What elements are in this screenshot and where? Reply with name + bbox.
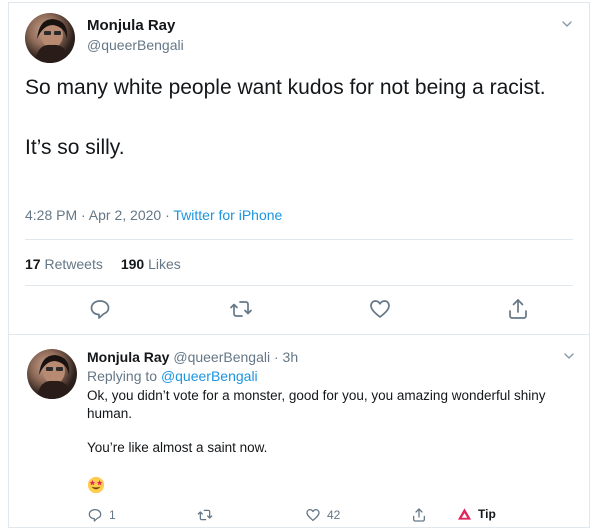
reply-action[interactable]: 1 <box>87 507 116 523</box>
share-icon[interactable] <box>506 297 530 321</box>
share-icon <box>413 508 425 522</box>
reply-text: Ok, you didn’t vote for a monster, good … <box>87 387 567 457</box>
reply-timestamp[interactable]: · 3h <box>270 349 298 365</box>
tweet-text: So many white people want kudos for not … <box>25 73 565 163</box>
tip-label: Tip <box>478 507 496 521</box>
chevron-down-icon[interactable] <box>560 17 574 31</box>
tip-button[interactable]: Tip <box>457 507 496 521</box>
avatar[interactable] <box>25 13 75 63</box>
replying-to-handle[interactable]: @queerBengali <box>161 368 258 384</box>
tweet-actions <box>9 297 589 321</box>
replying-to: Replying to @queerBengali <box>87 368 258 384</box>
author-handle[interactable]: @queerBengali <box>87 37 184 53</box>
reply-header: Monjula Ray @queerBengali · 3h <box>87 349 298 365</box>
tip-icon <box>457 508 472 520</box>
like-icon[interactable] <box>368 297 392 321</box>
author-handle[interactable]: @queerBengali <box>173 349 270 365</box>
main-tweet[interactable]: Monjula Ray @queerBengali So many white … <box>9 3 589 334</box>
retweet-icon[interactable] <box>229 297 253 321</box>
divider <box>25 239 573 240</box>
reply-paragraph: Ok, you didn’t vote for a monster, good … <box>87 388 546 421</box>
tweet-meta: 4:28 PM · Apr 2, 2020 · Twitter for iPho… <box>25 207 282 223</box>
like-action[interactable]: 42 <box>305 507 340 523</box>
reply-icon <box>88 509 102 522</box>
reply-count: 1 <box>109 508 116 522</box>
tweet-thread: Monjula Ray @queerBengali So many white … <box>8 2 590 528</box>
reply-icon[interactable] <box>88 297 112 321</box>
author-name[interactable]: Monjula Ray <box>87 349 169 365</box>
retweets-count: 17 <box>25 256 41 272</box>
retweet-icon <box>197 509 213 521</box>
author-name[interactable]: Monjula Ray <box>87 17 175 34</box>
reply-tweet[interactable]: Monjula Ray @queerBengali · 3h Replying … <box>9 335 589 527</box>
retweets-stat[interactable]: 17 Retweets <box>25 256 103 272</box>
reply-actions: 1 42 Tip <box>9 507 589 527</box>
tweet-paragraph: So many white people want kudos for not … <box>25 76 546 99</box>
likes-stat[interactable]: 190 Likes <box>121 256 181 272</box>
star-struck-emoji <box>87 476 105 494</box>
like-count: 42 <box>327 508 341 522</box>
chevron-down-icon[interactable] <box>562 349 576 363</box>
share-action[interactable] <box>411 507 427 523</box>
avatar[interactable] <box>27 349 77 399</box>
retweets-label: Retweets <box>44 256 103 272</box>
tweet-source-link[interactable]: Twitter for iPhone <box>173 207 282 223</box>
likes-count: 190 <box>120 256 145 272</box>
tweet-timestamp[interactable]: 4:28 PM · Apr 2, 2020 · <box>25 207 173 223</box>
replying-label: Replying to <box>87 368 161 384</box>
divider <box>25 285 573 286</box>
likes-label: Likes <box>148 256 181 272</box>
like-icon <box>306 509 320 521</box>
retweet-action[interactable] <box>197 507 213 523</box>
tweet-paragraph: It’s so silly. <box>25 136 125 159</box>
reply-paragraph: You’re like almost a saint now. <box>87 440 268 455</box>
tweet-stats: 17 Retweets 190 Likes <box>25 256 181 272</box>
